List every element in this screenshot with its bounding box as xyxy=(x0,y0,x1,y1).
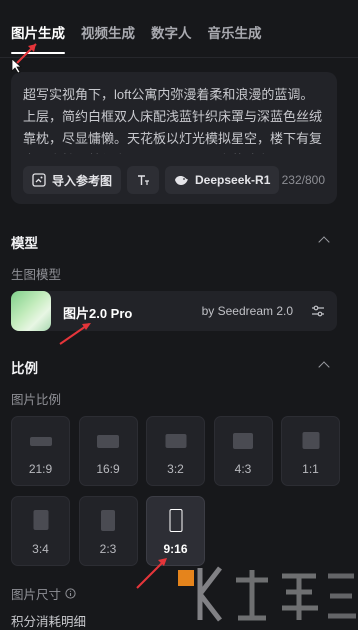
prompt-card: 超写实视角下，loft公寓内弥漫着柔和浪漫的蓝调。上层，简约白框双人床配浅蓝针织… xyxy=(11,72,337,204)
model-selector[interactable]: 图片2.0 Pro by Seedream 2.0 xyxy=(11,291,337,331)
deepseek-model-label: Deepseek-R1 xyxy=(195,173,271,187)
model-thumbnail xyxy=(11,291,51,331)
image-size-label: 图片尺寸 xyxy=(11,588,62,602)
ratio-label: 3:4 xyxy=(32,542,49,556)
tabs-divider xyxy=(0,57,358,58)
credits-detail-label: 积分消耗明细 xyxy=(11,615,87,629)
ratio-option-9-16[interactable]: 9:16 xyxy=(146,496,205,566)
chevron-up-icon[interactable] xyxy=(318,236,330,248)
ratio-shape-icon xyxy=(165,434,186,448)
ratio-option-3-2[interactable]: 3:2 xyxy=(146,416,205,486)
ratio-option-4-3[interactable]: 4:3 xyxy=(213,416,273,486)
tab-digital-human[interactable]: 数字人 xyxy=(151,22,192,50)
prompt-textarea[interactable]: 超写实视角下，loft公寓内弥漫着柔和浪漫的蓝调。上层，简约白框双人床配浅蓝针织… xyxy=(23,84,326,154)
ratio-option-3-4[interactable]: 3:4 xyxy=(11,496,70,566)
char-counter: 232/800 xyxy=(281,173,325,187)
model-section-title: 模型 xyxy=(11,236,38,251)
ratio-label: 3:2 xyxy=(167,462,184,476)
credits-detail-row[interactable]: 积分消耗明细 xyxy=(11,611,86,630)
sliders-icon[interactable] xyxy=(311,304,325,318)
tab-video-generation[interactable]: 视频生成 xyxy=(81,22,135,50)
import-reference-button[interactable]: 导入参考图 xyxy=(23,166,122,194)
ratio-label: 21:9 xyxy=(28,462,53,476)
ratio-label: 9:16 xyxy=(163,542,188,556)
ratio-shape-icon xyxy=(97,435,119,448)
ratio-label: 4:3 xyxy=(234,462,252,476)
ratio-shape-icon xyxy=(169,509,182,532)
deepseek-model-button[interactable]: Deepseek-R1 xyxy=(165,166,280,194)
prompt-toolbar: 导入参考图 Deepseek-R1 xyxy=(23,166,280,194)
ratio-shape-icon xyxy=(101,510,115,531)
ratio-sub-label: 图片比例 xyxy=(11,393,62,407)
ratio-shape-icon xyxy=(233,433,253,449)
model-sub-label: 生图模型 xyxy=(11,268,62,282)
tab-image-generation[interactable]: 图片生成 xyxy=(11,22,65,54)
model-name: 图片2.0 Pro xyxy=(63,306,133,321)
deepseek-whale-icon xyxy=(175,175,189,185)
ratio-option-16-9[interactable]: 16:9 xyxy=(78,416,138,486)
ratio-label: 16:9 xyxy=(96,462,120,476)
import-reference-label: 导入参考图 xyxy=(52,173,113,188)
image-upload-icon xyxy=(32,173,46,187)
ratio-shape-icon xyxy=(302,432,319,449)
tab-music-generation[interactable]: 音乐生成 xyxy=(208,22,262,50)
ratio-option-21-9[interactable]: 21:9 xyxy=(11,416,70,486)
mode-tabs: 图片生成 视频生成 数字人 音乐生成 xyxy=(11,22,262,54)
ratio-label: 1:1 xyxy=(302,462,319,476)
model-provider: by Seedream 2.0 xyxy=(201,304,293,318)
ratio-shape-icon xyxy=(33,510,48,530)
ratio-label: 2:3 xyxy=(99,542,117,556)
text-format-button[interactable] xyxy=(127,166,160,194)
ratio-grid: 21:9 16:9 3:2 4:3 1:1 3:4 2:3 9:16 xyxy=(11,416,340,566)
chevron-up-icon[interactable] xyxy=(318,361,330,373)
ratio-option-2-3[interactable]: 2:3 xyxy=(78,496,138,566)
watermark-logo xyxy=(178,566,356,622)
image-size-row[interactable]: 图片尺寸 xyxy=(11,584,76,603)
ratio-section-title: 比例 xyxy=(11,361,38,376)
ratio-option-1-1[interactable]: 1:1 xyxy=(281,416,340,486)
info-icon xyxy=(65,588,76,599)
ratio-shape-icon xyxy=(29,437,52,446)
text-format-icon xyxy=(138,175,150,185)
